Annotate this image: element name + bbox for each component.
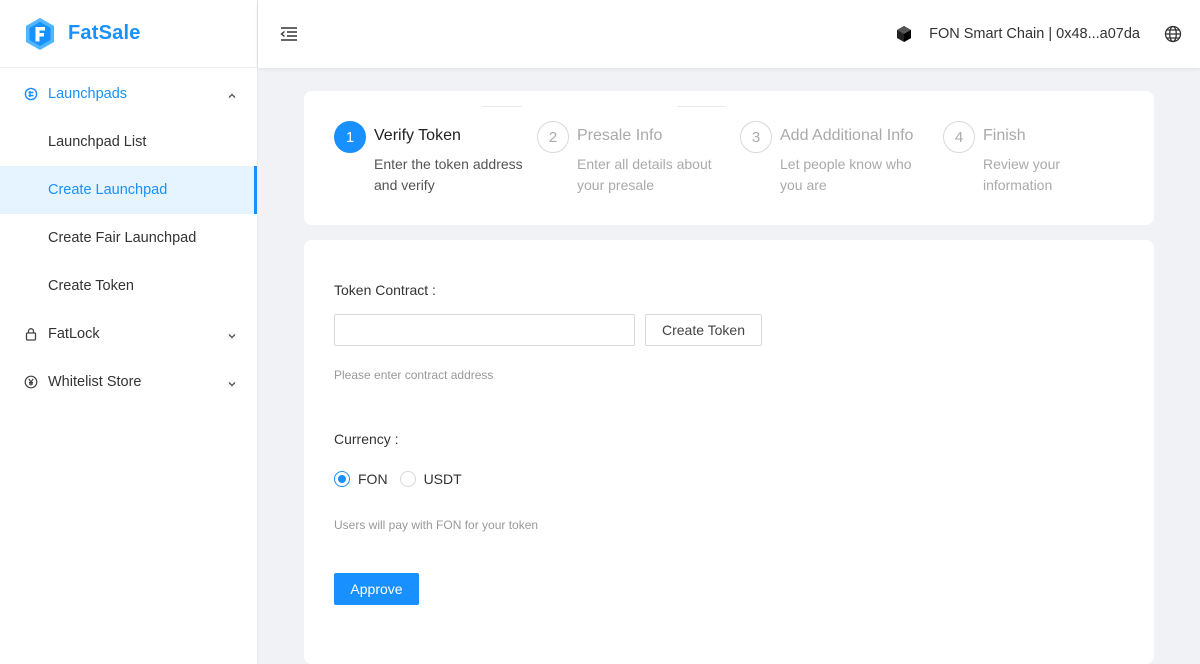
verify-token-form: Token Contract : Create Token Please ent… <box>304 240 1154 664</box>
step-title: Presale Info <box>577 127 663 144</box>
radio-unchecked-icon <box>399 471 416 487</box>
sidebar-item-label: Whitelist Store <box>48 374 142 390</box>
fatsale-logo-icon <box>24 17 56 51</box>
chevron-down-icon <box>227 377 237 387</box>
currency-option-fon[interactable]: FON <box>334 471 388 487</box>
currency-label: Currency : <box>334 431 399 447</box>
contract-hint: Please enter contract address <box>334 368 494 382</box>
sidebar-menu: Launchpads Launchpad List Create Launchp… <box>0 68 257 406</box>
step-title: Add Additional Info <box>780 127 914 144</box>
step-title: Finish <box>983 127 1026 144</box>
menu-fold-icon[interactable] <box>280 26 298 42</box>
chevron-down-icon <box>227 329 237 339</box>
approve-button[interactable]: Approve <box>334 573 419 605</box>
sidebar-item-label: Launchpad List <box>48 134 147 150</box>
radio-label: USDT <box>423 471 462 487</box>
sidebar-item-whitelist-store[interactable]: Whitelist Store <box>0 358 257 406</box>
step-number: 3 <box>740 121 772 153</box>
brand-name: FatSale <box>68 22 141 44</box>
sidebar-item-label: Launchpads <box>48 86 128 102</box>
sidebar-item-create-fair-launchpad[interactable]: Create Fair Launchpad <box>0 214 257 262</box>
step-title: Verify Token <box>374 127 461 144</box>
sidebar: FatSale Launchpads Launchpad List Create… <box>0 0 258 664</box>
currency-radio-group: FON USDT <box>334 471 474 487</box>
steps-card: 1 Verify Token Enter the token address a… <box>304 91 1154 225</box>
sidebar-item-launchpads[interactable]: Launchpads <box>0 70 257 118</box>
step-connector <box>677 106 725 107</box>
radio-label: FON <box>358 471 388 487</box>
logo[interactable]: FatSale <box>0 0 257 68</box>
sidebar-item-label: Create Launchpad <box>48 182 168 198</box>
step-number: 1 <box>334 121 366 153</box>
sidebar-item-label: FatLock <box>48 326 100 342</box>
step-number: 2 <box>537 121 569 153</box>
top-header: FON Smart Chain | 0x48...a07da <box>258 0 1200 68</box>
step-description: Enter the token address and verify <box>374 156 523 193</box>
yen-circle-icon <box>24 375 38 389</box>
sidebar-item-create-token[interactable]: Create Token <box>0 262 257 310</box>
sidebar-item-label: Create Fair Launchpad <box>48 230 197 246</box>
sidebar-item-fatlock[interactable]: FatLock <box>0 310 257 358</box>
step-connector <box>482 106 522 107</box>
globe-icon[interactable] <box>1164 25 1182 43</box>
network-selector[interactable]: FON Smart Chain | 0x48...a07da <box>895 0 1140 68</box>
launchpad-icon <box>24 87 38 101</box>
chain-cube-icon <box>895 25 913 43</box>
step-description: Review your information <box>983 156 1061 193</box>
sidebar-item-label: Create Token <box>48 278 134 294</box>
step-number: 4 <box>943 121 975 153</box>
sidebar-item-launchpad-list[interactable]: Launchpad List <box>0 118 257 166</box>
radio-checked-icon <box>334 471 350 487</box>
step-description: Let people know who you are <box>780 156 912 193</box>
currency-hint: Users will pay with FON for your token <box>334 518 539 532</box>
token-contract-input[interactable] <box>334 314 635 346</box>
create-token-button[interactable]: Create Token <box>645 314 762 346</box>
network-label: FON Smart Chain | 0x48...a07da <box>929 26 1140 42</box>
chevron-up-icon <box>227 89 237 99</box>
currency-option-usdt[interactable]: USDT <box>399 471 462 487</box>
token-contract-label: Token Contract : <box>334 282 436 298</box>
step-description: Enter all details about your presale <box>577 156 712 193</box>
sidebar-item-create-launchpad[interactable]: Create Launchpad <box>0 166 257 214</box>
lock-icon <box>24 327 38 341</box>
